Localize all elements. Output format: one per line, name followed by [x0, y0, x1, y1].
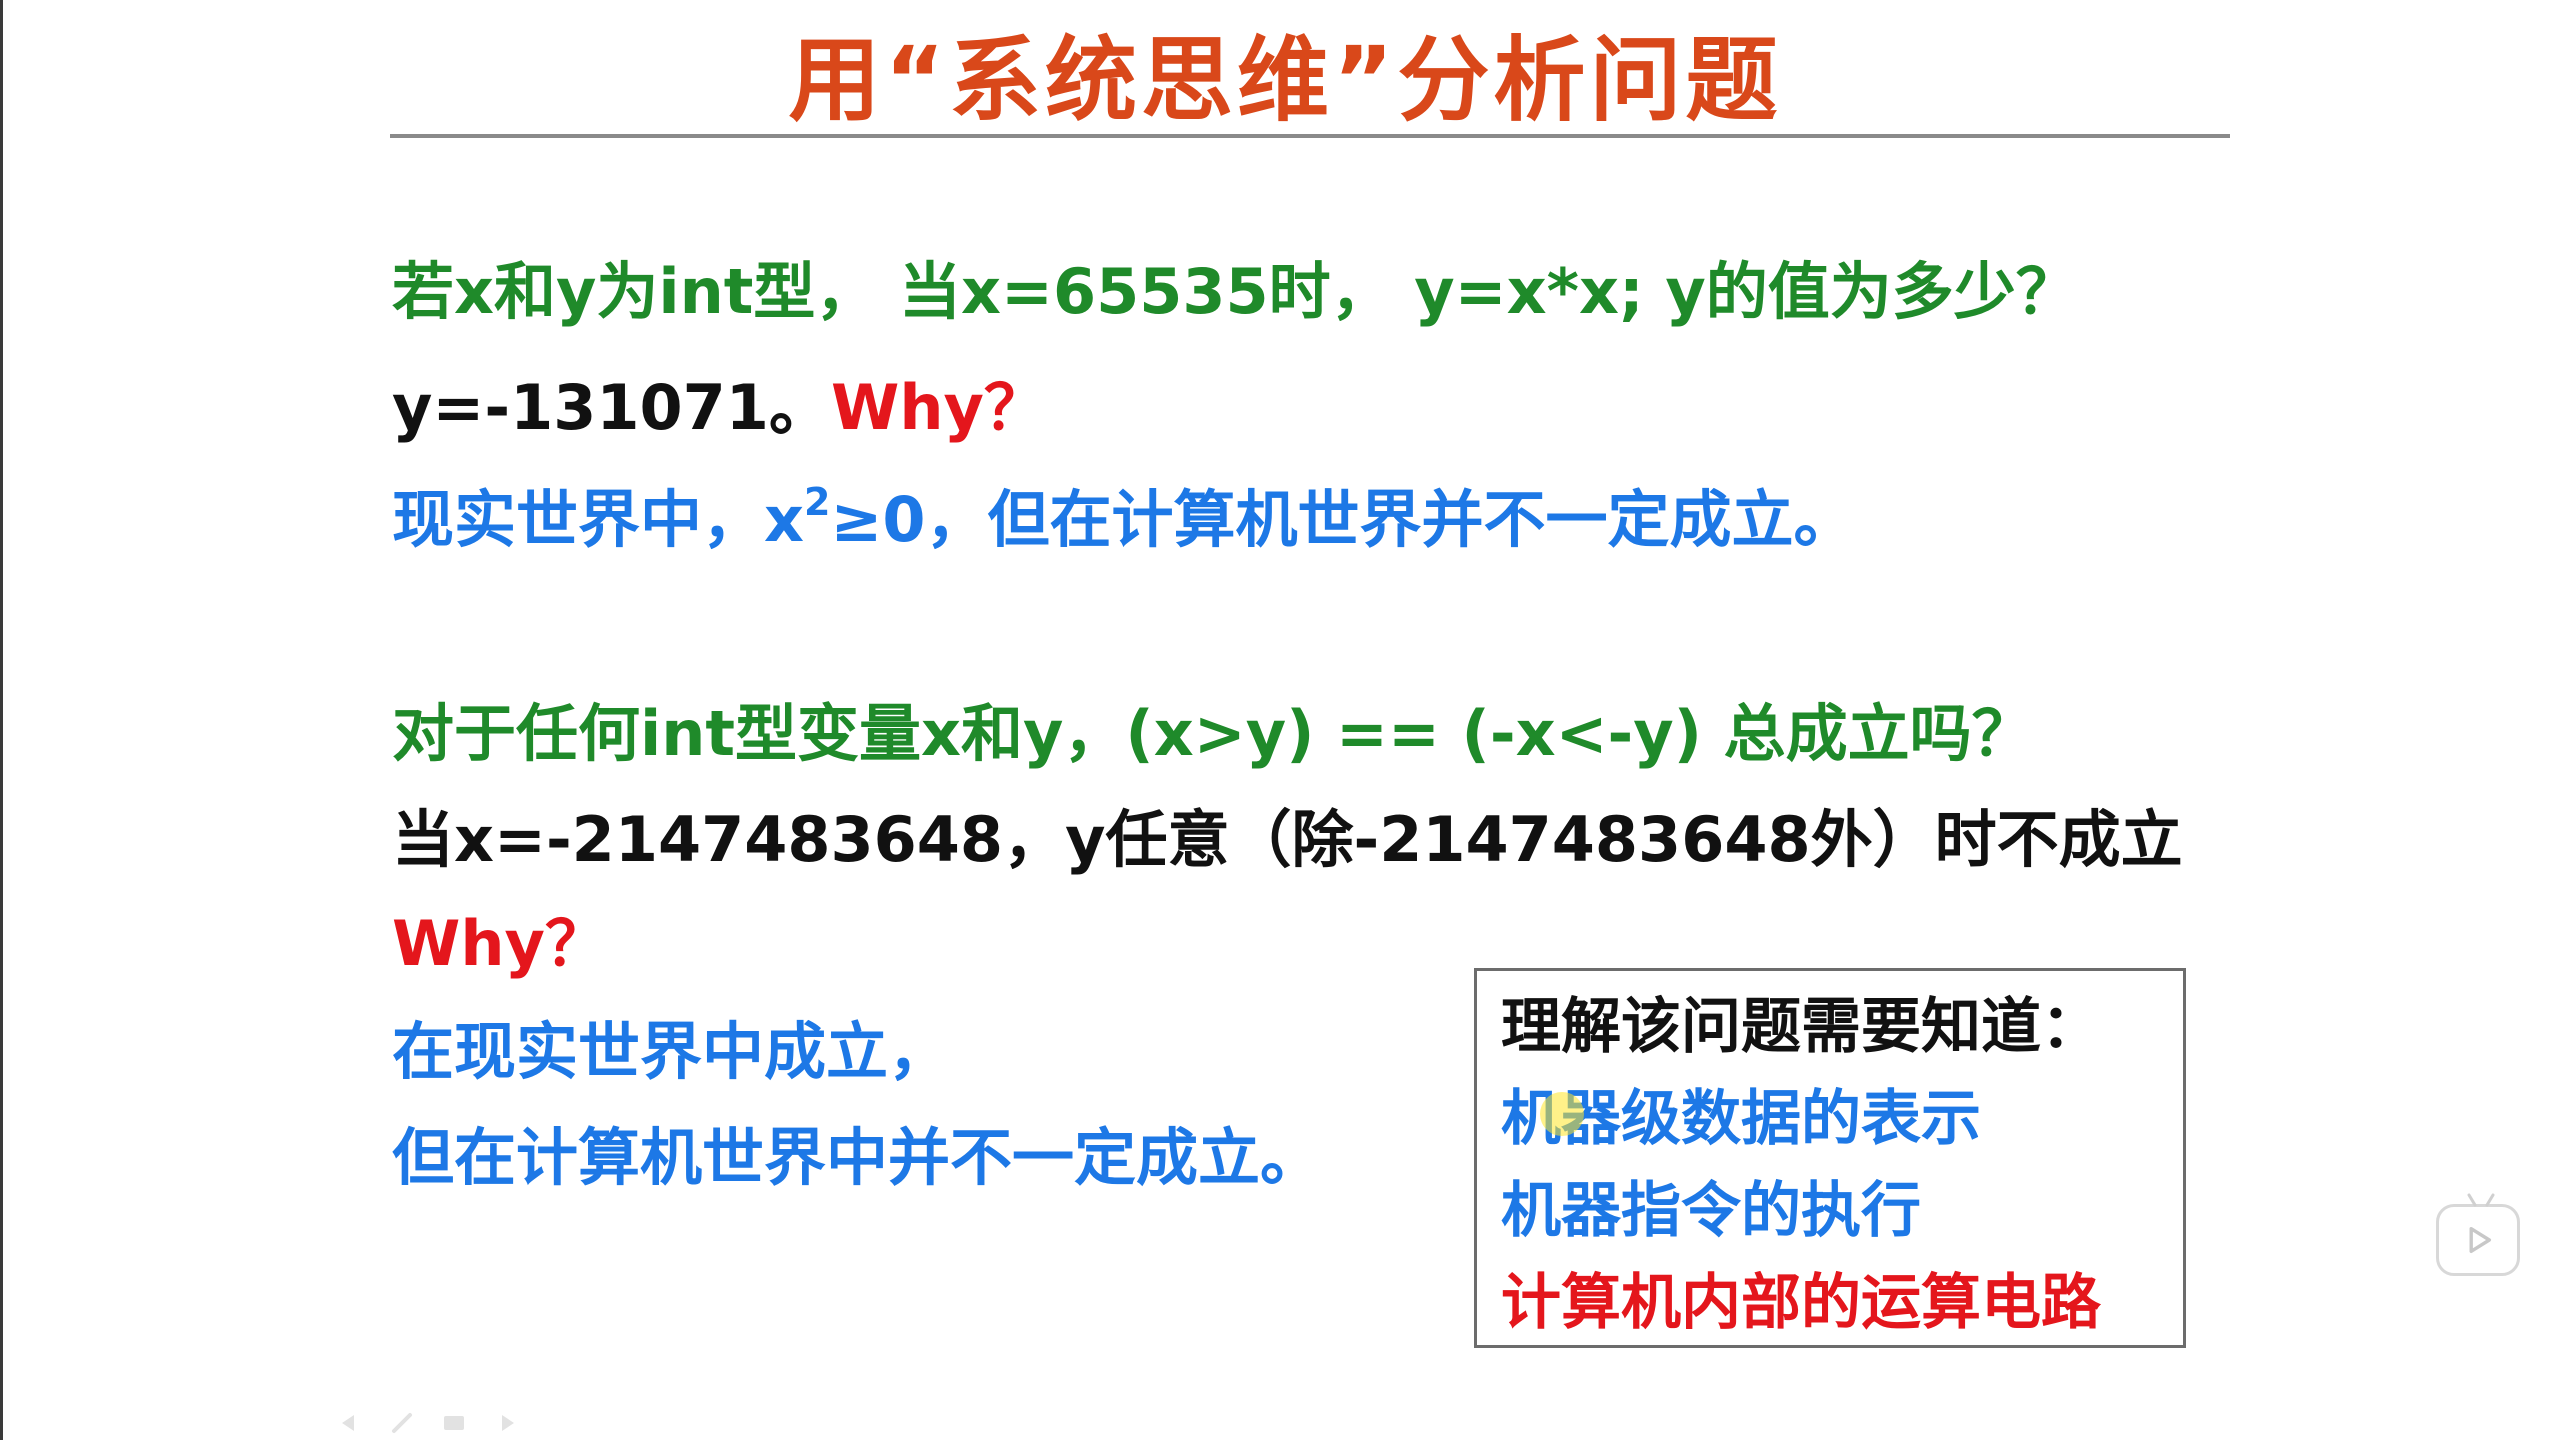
q2-explain-line2: 但在计算机世界中并不一定成立。 — [392, 1121, 1323, 1194]
q1-answer-line: y=-131071。Why？ — [392, 368, 1046, 448]
pen-icon[interactable] — [388, 1412, 416, 1434]
q1-why: Why？ — [830, 371, 1046, 444]
tv-antenna-icon — [2467, 1193, 2495, 1207]
knowledge-item: 机器指令的执行 — [1501, 1176, 1921, 1246]
knowledge-item: 计算机内部的运算电路 — [1501, 1268, 2101, 1338]
knowledge-box-heading: 理解该问题需要知道： — [1501, 992, 2101, 1062]
slide-title: 用“系统思维”分析问题 — [788, 27, 1782, 134]
q2-question: 对于任何int型变量x和y，(x>y) == (-x<-y) 总成立吗？ — [392, 697, 2034, 770]
q1-explain-before: 现实世界中，x — [392, 483, 804, 556]
q1-question: 若x和y为int型， 当x=65535时， y=x*x; y的值为多少？ — [392, 255, 2078, 328]
pointer-highlight — [1540, 1092, 1584, 1136]
menu-icon[interactable] — [440, 1412, 468, 1434]
play-icon — [2469, 1226, 2492, 1254]
q2-why: Why？ — [392, 907, 607, 980]
title-divider — [390, 134, 2230, 138]
q1-explanation: 现实世界中，x2≥0，但在计算机世界并不一定成立。 — [392, 480, 1856, 560]
q2-answer: 当x=-2147483648，y任意（除-2147483648外）时不成立 — [392, 803, 2183, 876]
q1-explain-after: ≥0，但在计算机世界并不一定成立。 — [830, 483, 1856, 556]
q1-explain-superscript: 2 — [804, 480, 831, 524]
prev-arrow-icon[interactable] — [336, 1412, 364, 1434]
q1-answer: y=-131071。 — [392, 371, 831, 444]
slide: 用“系统思维”分析问题 若x和y为int型， 当x=65535时， y=x*x;… — [0, 0, 2560, 1440]
knowledge-box: 理解该问题需要知道： 机器级数据的表示 机器指令的执行 计算机内部的运算电路 — [1474, 968, 2186, 1348]
next-arrow-icon[interactable] — [492, 1412, 520, 1434]
slideshow-toolbar — [336, 1412, 520, 1434]
play-button[interactable] — [2436, 1193, 2520, 1276]
q2-explain-line1: 在现实世界中成立， — [392, 1015, 951, 1088]
